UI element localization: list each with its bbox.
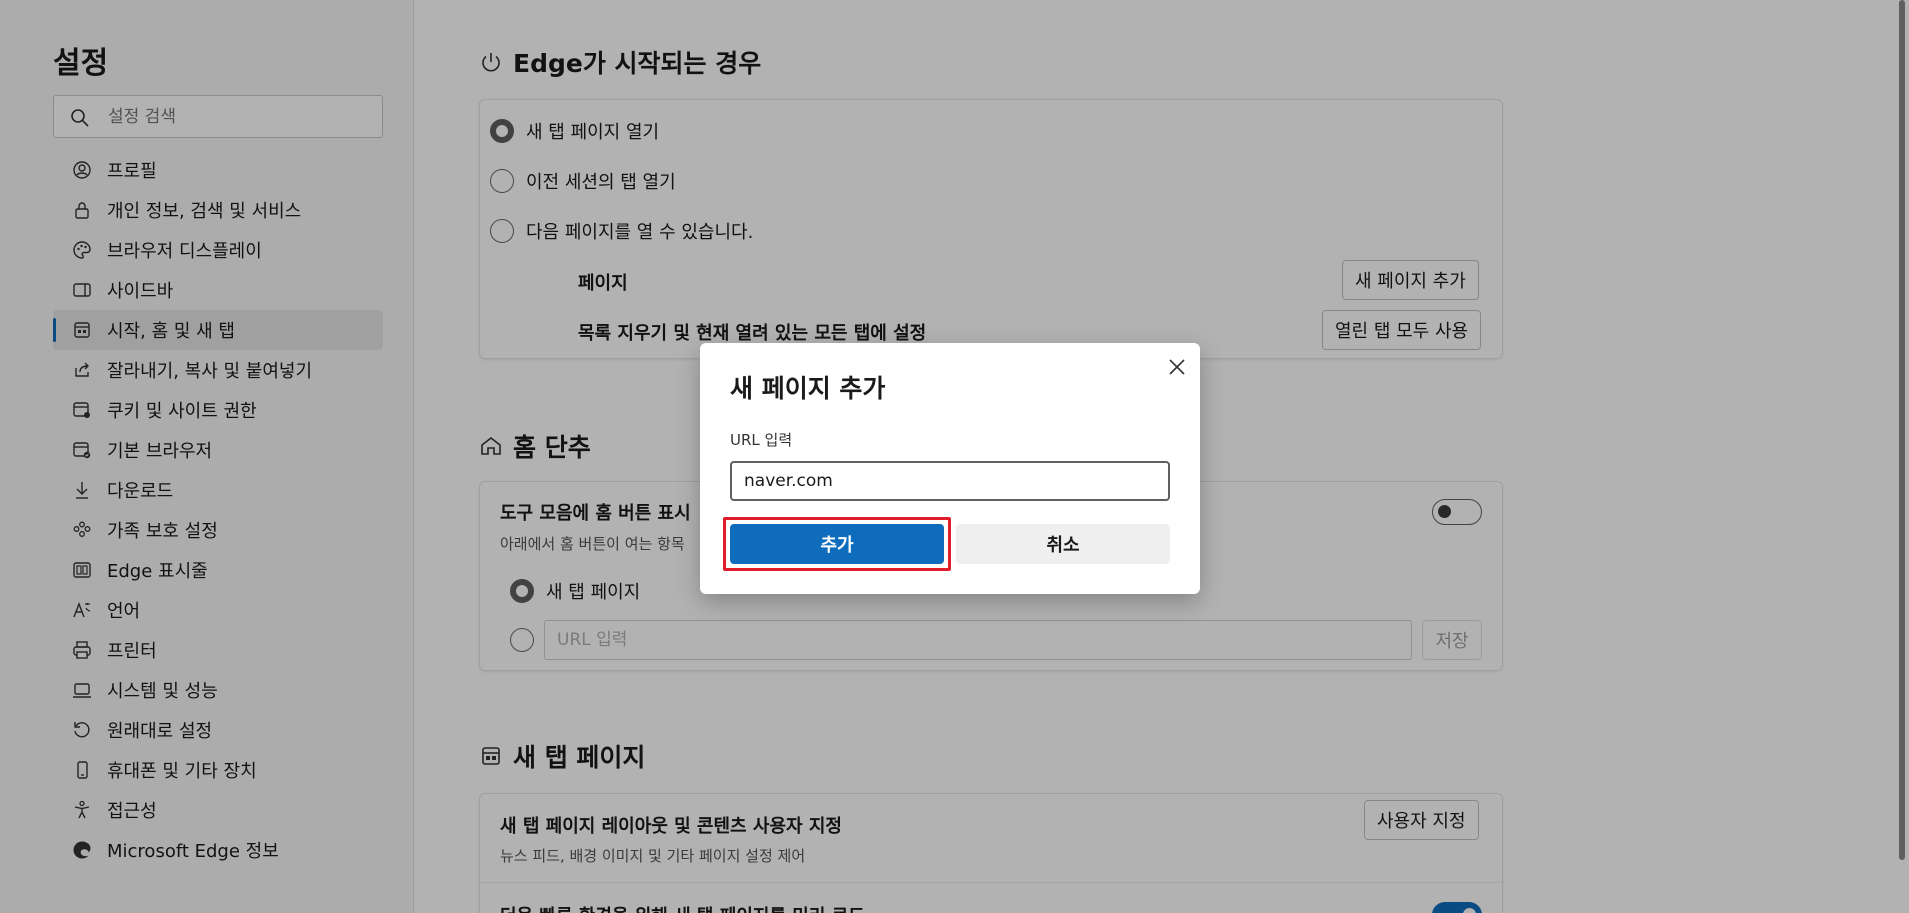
settings-app: 설정 프로필 개인 정보, 검색 및 서비스 브라우저 디스플레이 사이드바	[0, 0, 1909, 913]
close-icon	[1169, 359, 1185, 375]
url-input[interactable]	[730, 461, 1170, 501]
cancel-button[interactable]: 취소	[956, 524, 1170, 564]
url-field-label: URL 입력	[730, 431, 793, 449]
close-button[interactable]	[1163, 353, 1191, 381]
add-page-dialog: 새 페이지 추가 URL 입력 추가 취소	[700, 343, 1200, 594]
dialog-title: 새 페이지 추가	[730, 374, 886, 403]
add-button[interactable]: 추가	[730, 524, 944, 564]
